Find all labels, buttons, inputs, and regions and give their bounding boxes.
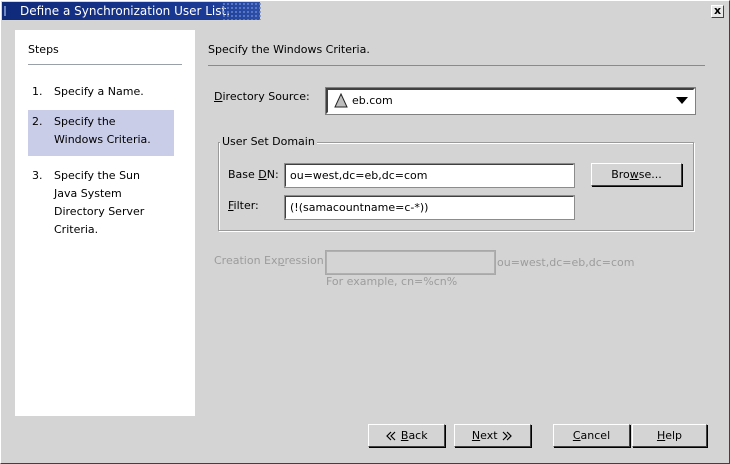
chevron-right-icon bbox=[502, 431, 512, 441]
title-bar[interactable]: Define a Synchronization User List. x bbox=[2, 2, 728, 20]
directory-source-label: Directory Source: bbox=[214, 90, 310, 103]
back-button[interactable]: Back bbox=[368, 424, 445, 447]
triangle-icon bbox=[334, 93, 348, 108]
close-button[interactable]: x bbox=[711, 5, 724, 18]
step-number: 2. bbox=[32, 115, 43, 128]
window-title: Define a Synchronization User List. bbox=[20, 4, 231, 18]
step-1[interactable]: 1. Specify a Name. bbox=[28, 80, 174, 104]
creation-expression-label: Creation Expression: bbox=[214, 254, 328, 267]
dialog-window: Define a Synchronization User List. x St… bbox=[0, 0, 730, 464]
creation-expression-suffix: ou=west,dc=eb,dc=com bbox=[497, 256, 635, 269]
directory-source-dropdown[interactable]: eb.com bbox=[326, 88, 695, 114]
filter-field[interactable]: (!(samacountname=c-*)) bbox=[285, 196, 574, 219]
step-3[interactable]: 3. Specify the Sun Java System Directory… bbox=[28, 164, 174, 242]
base-dn-label: Base DN: bbox=[228, 168, 279, 181]
steps-heading: Steps bbox=[28, 43, 59, 56]
step-2-current[interactable]: 2. Specify the Windows Criteria. bbox=[28, 110, 174, 156]
user-set-domain-title: User Set Domain bbox=[220, 135, 317, 148]
filter-label: Filter: bbox=[228, 199, 259, 212]
steps-panel: Steps 1. Specify a Name. 2. Specify the … bbox=[15, 30, 195, 416]
creation-expression-hint: For example, cn=%cn% bbox=[326, 275, 458, 288]
chevron-down-icon bbox=[676, 97, 688, 104]
step-label: Specify the Sun Java System Directory Se… bbox=[54, 169, 145, 236]
cancel-button[interactable]: Cancel bbox=[553, 424, 630, 447]
step-number: 1. bbox=[32, 85, 43, 98]
title-divider bbox=[208, 65, 705, 66]
next-button[interactable]: Next bbox=[454, 424, 531, 447]
window-grip-icon bbox=[4, 6, 10, 16]
help-button[interactable]: Help bbox=[632, 424, 707, 447]
creation-expression-field[interactable] bbox=[326, 251, 495, 274]
title-bar-dither bbox=[222, 2, 262, 20]
steps-divider bbox=[28, 64, 182, 65]
base-dn-field[interactable]: ou=west,dc=eb,dc=com bbox=[285, 164, 574, 187]
page-title: Specify the Windows Criteria. bbox=[208, 43, 370, 56]
chevron-left-icon bbox=[386, 431, 396, 441]
close-icon: x bbox=[713, 4, 722, 17]
step-number: 3. bbox=[32, 169, 43, 182]
browse-button[interactable]: Browse... bbox=[591, 163, 682, 186]
step-label: Specify a Name. bbox=[54, 85, 144, 98]
step-label: Specify the Windows Criteria. bbox=[54, 115, 151, 146]
directory-source-value: eb.com bbox=[352, 94, 393, 107]
